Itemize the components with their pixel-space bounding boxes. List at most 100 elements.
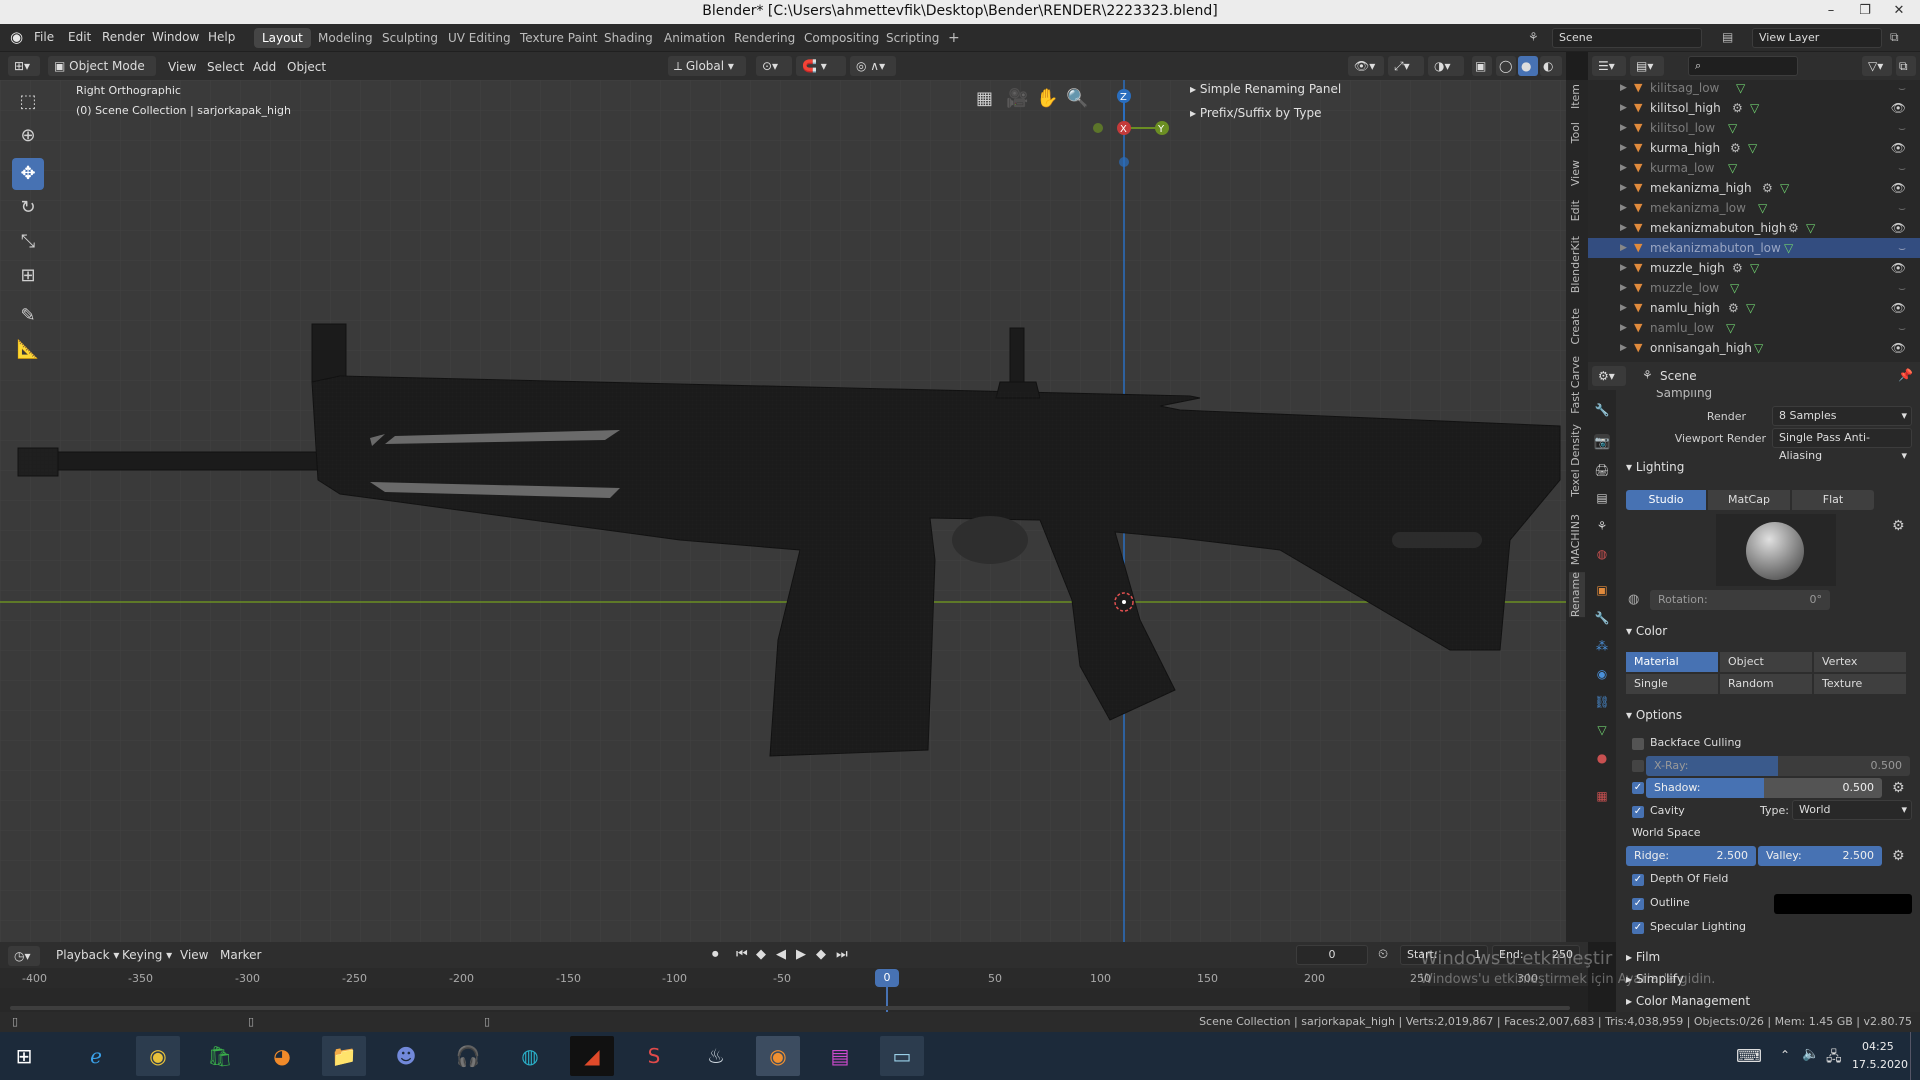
tool-tab-icon[interactable]: 🔧 bbox=[1594, 402, 1610, 418]
xray-toggle-icon[interactable]: ▣ bbox=[1472, 56, 1492, 76]
snap-icon[interactable]: 🧲 ▾ bbox=[796, 56, 846, 76]
specular-lighting-checkbox[interactable]: ✓ bbox=[1632, 922, 1644, 934]
expand-arrow-icon[interactable]: ▶ bbox=[1620, 318, 1627, 338]
color-single-button[interactable]: Single bbox=[1626, 674, 1718, 694]
material-shading-icon[interactable]: ◐ bbox=[1540, 56, 1562, 76]
mode-selector[interactable]: ▣ Object Mode ▾ bbox=[48, 56, 156, 93]
sidebar-tab-blenderkit[interactable]: BlenderKit bbox=[1569, 236, 1585, 293]
view-layer-tab-icon[interactable]: ▤ bbox=[1594, 490, 1610, 506]
viewport-canvas[interactable] bbox=[0, 80, 1566, 942]
tab-texture-paint[interactable]: Texture Paint bbox=[512, 28, 605, 48]
timeline-scrollbar[interactable] bbox=[10, 1006, 1570, 1010]
color-texture-button[interactable]: Texture bbox=[1814, 674, 1906, 694]
physics-tab-icon[interactable]: ◉ bbox=[1594, 666, 1610, 682]
menu-timeline-view[interactable]: View bbox=[180, 948, 208, 962]
pan-hand-icon[interactable]: ✋ bbox=[1036, 88, 1058, 109]
menu-playback[interactable]: Playback ▾ bbox=[56, 948, 119, 962]
maximize-button[interactable]: ❐ bbox=[1848, 0, 1882, 22]
visibility-eye-icon[interactable]: 👁 bbox=[1891, 138, 1906, 158]
visibility-hidden-icon[interactable]: ⌣ bbox=[1898, 198, 1906, 218]
transform-tool-icon[interactable]: ⊞ bbox=[12, 260, 44, 292]
lighting-studio-button[interactable]: Studio bbox=[1626, 490, 1706, 510]
outliner-row-selected[interactable]: ▶ ▼ mekanizmabuton_low ▽ ⌣ bbox=[1588, 238, 1920, 258]
tab-sculpting[interactable]: Sculpting bbox=[374, 28, 446, 48]
outliner-row[interactable]: ▶ ▼ mekanizmabuton_high ⚙ ▽ 👁 bbox=[1588, 218, 1920, 238]
material-tab-icon[interactable]: ● bbox=[1594, 750, 1610, 766]
lighting-flat-button[interactable]: Flat bbox=[1792, 490, 1874, 510]
tab-modeling[interactable]: Modeling bbox=[310, 28, 381, 48]
color-object-button[interactable]: Object bbox=[1720, 652, 1812, 672]
marmoset-icon[interactable]: ◢ bbox=[570, 1036, 614, 1076]
windows-start-icon[interactable]: ⊞ bbox=[2, 1036, 46, 1076]
visibility-hidden-icon[interactable]: ⌣ bbox=[1898, 238, 1906, 258]
menu-render[interactable]: Render bbox=[102, 30, 145, 44]
menu-object[interactable]: Object bbox=[287, 60, 326, 74]
visibility-hidden-icon[interactable]: ⌣ bbox=[1898, 278, 1906, 298]
menu-add[interactable]: Add bbox=[253, 60, 276, 74]
outliner-row[interactable]: ▶ ▼ kilitsol_low ▽ ⌣ bbox=[1588, 118, 1920, 138]
internet-explorer-icon[interactable]: ℯ bbox=[74, 1036, 118, 1076]
visibility-eye-icon[interactable]: 👁 bbox=[1891, 338, 1906, 358]
timeline-area[interactable]: -400 -350 -300 -250 -200 -150 -100 -50 0… bbox=[0, 968, 1588, 1012]
keyboard-icon[interactable]: ⌨ bbox=[1736, 1046, 1762, 1067]
outliner-row[interactable]: ▶ ▼ namlu_high ⚙ ▽ 👁 bbox=[1588, 298, 1920, 318]
properties-editor-type-icon[interactable]: ⚙▾ bbox=[1592, 366, 1626, 386]
tab-compositing[interactable]: Compositing bbox=[796, 28, 887, 48]
blender-logo-icon[interactable]: ◉ bbox=[10, 28, 23, 46]
tab-layout[interactable]: Layout bbox=[254, 28, 311, 48]
filter-icon[interactable]: ▽▾ bbox=[1862, 56, 1892, 76]
expand-arrow-icon[interactable]: ▶ bbox=[1620, 218, 1627, 238]
volume-icon[interactable]: 🔈 bbox=[1802, 1046, 1819, 1062]
cavity-checkbox[interactable]: ✓ bbox=[1632, 806, 1644, 818]
use-preview-range-icon[interactable]: ⏲ bbox=[1378, 947, 1388, 962]
visibility-eye-icon[interactable]: 👁 bbox=[1891, 178, 1906, 198]
visibility-eye-icon[interactable]: 👁 bbox=[1891, 258, 1906, 278]
prev-keyframe-icon[interactable]: ◆ bbox=[756, 947, 766, 962]
visibility-hidden-icon[interactable]: ⌣ bbox=[1898, 80, 1906, 98]
cavity-type-dropdown[interactable]: World ▾ bbox=[1792, 800, 1912, 820]
expand-arrow-icon[interactable]: ▶ bbox=[1620, 238, 1627, 258]
gizmo-toggle-icon[interactable]: ⤢▾ bbox=[1388, 56, 1424, 76]
outliner-editor-type-icon[interactable]: ☰▾ bbox=[1592, 56, 1626, 76]
file-explorer-icon[interactable]: 📁 bbox=[322, 1036, 366, 1076]
sidebar-tab-texel-density[interactable]: Texel Density bbox=[1569, 424, 1585, 497]
viewport-render-dropdown[interactable]: Single Pass Anti-Aliasing ▾ bbox=[1772, 428, 1912, 462]
playhead-frame[interactable]: 0 bbox=[875, 969, 899, 987]
visibility-icon[interactable]: 👁▾ bbox=[1348, 56, 1384, 76]
3d-viewport[interactable]: Right Orthographic (0) Scene Collection … bbox=[0, 80, 1566, 942]
show-desktop-button[interactable] bbox=[1910, 1032, 1916, 1080]
timeline-editor-type-icon[interactable]: ◷▾ bbox=[8, 946, 40, 966]
sidebar-tab-view[interactable]: View bbox=[1569, 160, 1585, 186]
outliner-row[interactable]: ▶ ▼ namlu_low ▽ ⌣ bbox=[1588, 318, 1920, 338]
sidebar-tab-rename[interactable]: Rename bbox=[1569, 572, 1585, 618]
section-options[interactable]: ▾ Options bbox=[1626, 708, 1682, 722]
menu-edit[interactable]: Edit bbox=[68, 30, 91, 44]
output-tab-icon[interactable]: 🖨 bbox=[1594, 462, 1610, 478]
jump-start-icon[interactable]: ⏮ bbox=[736, 947, 748, 962]
editor-type-icon[interactable]: ⊞▾ bbox=[8, 56, 40, 76]
scene-selector[interactable]: Scene bbox=[1552, 28, 1702, 48]
view-layer-selector[interactable]: View Layer bbox=[1752, 28, 1882, 48]
network-icon[interactable]: 🖧 bbox=[1826, 1046, 1842, 1070]
expand-arrow-icon[interactable]: ▶ bbox=[1620, 258, 1627, 278]
menu-select[interactable]: Select bbox=[207, 60, 244, 74]
sidebar-tab-machin3[interactable]: MACHIN3 bbox=[1569, 514, 1585, 565]
scale-tool-icon[interactable]: ⤡ bbox=[12, 226, 44, 258]
rotate-tool-icon[interactable]: ↻ bbox=[12, 192, 44, 224]
sidebar-tab-edit[interactable]: Edit bbox=[1569, 200, 1585, 221]
jump-end-icon[interactable]: ⏭ bbox=[836, 947, 848, 962]
outline-checkbox[interactable]: ✓ bbox=[1632, 898, 1644, 910]
studio-light-preview[interactable] bbox=[1716, 514, 1836, 586]
wireframe-shading-icon[interactable]: ◯ bbox=[1496, 56, 1516, 76]
audio-app-icon[interactable]: 🎧 bbox=[446, 1036, 490, 1076]
expand-arrow-icon[interactable]: ▶ bbox=[1620, 98, 1627, 118]
sidebar-tab-create[interactable]: Create bbox=[1569, 308, 1585, 345]
orientation-selector[interactable]: ⟂ Global ▾ bbox=[668, 56, 746, 76]
cursor-tool-icon[interactable]: ⊕ bbox=[12, 120, 44, 152]
expand-arrow-icon[interactable]: ▶ bbox=[1620, 118, 1627, 138]
mesh-data-tab-icon[interactable]: ▽ bbox=[1594, 722, 1610, 738]
solid-shading-icon[interactable]: ● bbox=[1518, 56, 1538, 76]
menu-marker[interactable]: Marker bbox=[220, 948, 261, 962]
next-keyframe-icon[interactable]: ◆ bbox=[816, 947, 826, 962]
pivot-icon[interactable]: ⊙▾ bbox=[756, 56, 792, 76]
